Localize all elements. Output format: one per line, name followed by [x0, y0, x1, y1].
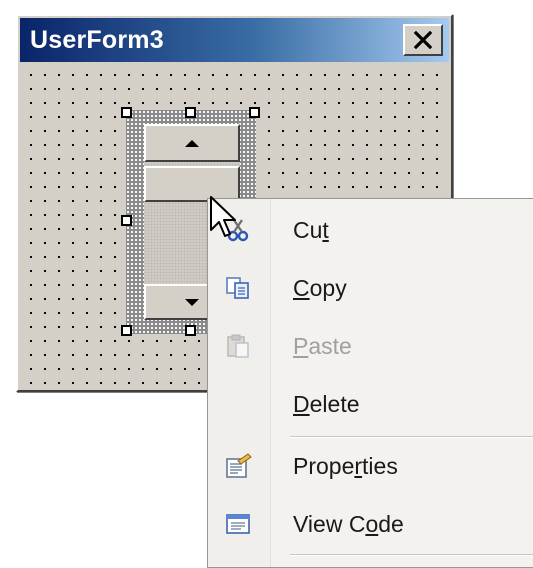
close-icon [413, 31, 433, 49]
window-title: UserForm3 [30, 26, 164, 54]
menu-label-properties: Properties [293, 452, 398, 479]
menu-item-delete[interactable]: Delete [208, 376, 533, 432]
mouse-pointer-icon [210, 196, 236, 237]
resize-handle-top-right[interactable] [249, 107, 260, 118]
spin-up-button[interactable] [144, 124, 240, 162]
menu-item-properties[interactable]: Properties [208, 438, 533, 494]
menu-label-view-code: View Code [293, 510, 404, 537]
arrow-up-icon [185, 139, 199, 147]
properties-icon [224, 452, 252, 480]
resize-handle-top[interactable] [185, 107, 196, 118]
menu-item-view-code[interactable]: View Code [208, 496, 533, 552]
resize-handle-bottom[interactable] [185, 325, 196, 336]
menu-label-copy: Copy [293, 274, 347, 301]
menu-separator-bottom [290, 554, 533, 556]
resize-handle-bottom-left[interactable] [121, 325, 132, 336]
close-button[interactable] [403, 24, 443, 56]
menu-item-paste[interactable]: Paste [208, 318, 533, 374]
title-bar[interactable]: UserForm3 [20, 18, 449, 62]
menu-label-paste: Paste [293, 332, 352, 359]
resize-handle-top-left[interactable] [121, 107, 132, 118]
view-code-icon [224, 510, 252, 538]
menu-item-copy[interactable]: Copy [208, 260, 533, 316]
menu-label-cut: Cut [293, 216, 329, 243]
arrow-down-icon [185, 298, 199, 306]
menu-item-cut[interactable]: Cut [208, 202, 533, 258]
copy-icon [224, 274, 252, 302]
context-menu[interactable]: Cut Copy Paste Delete Properties View Co… [207, 198, 533, 568]
resize-handle-left[interactable] [121, 215, 132, 226]
paste-icon [224, 332, 252, 360]
menu-label-delete: Delete [293, 390, 360, 417]
